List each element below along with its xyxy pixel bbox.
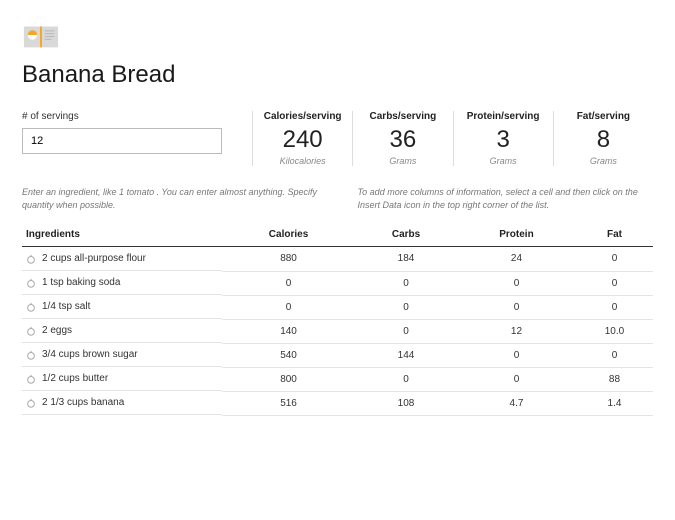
recipe-book-icon [22,20,60,50]
hint-left: Enter an ingredient, like 1 tomato . You… [22,186,318,211]
cell-fat[interactable]: 0 [576,247,653,272]
cell-ingredient[interactable]: 3/4 cups brown sugar [22,343,222,367]
food-item-icon [26,326,36,336]
stat-carbs: Carbs/serving 36 Grams [352,111,452,166]
stat-value: 3 [460,126,547,154]
cell-carbs[interactable]: 184 [355,247,457,272]
stat-label: Calories/serving [259,111,346,122]
hints-row: Enter an ingredient, like 1 tomato . You… [22,186,653,211]
cell-carbs[interactable]: 144 [355,343,457,367]
cell-calories[interactable]: 140 [222,319,355,343]
food-item-icon [26,254,36,264]
cell-protein[interactable]: 0 [457,271,576,295]
stat-fat: Fat/serving 8 Grams [553,111,653,166]
summary-row: # of servings Calories/serving 240 Kiloc… [22,111,653,166]
food-item-icon [26,302,36,312]
cell-ingredient[interactable]: 2 cups all-purpose flour [22,247,222,271]
cell-protein[interactable]: 24 [457,247,576,272]
stat-unit: Kilocalories [259,156,346,166]
table-row[interactable]: 2 eggs 14001210.0 [22,319,653,343]
cell-carbs[interactable]: 0 [355,295,457,319]
food-item-icon [26,278,36,288]
col-ingredients[interactable]: Ingredients [22,223,222,247]
cell-ingredient[interactable]: 1/4 tsp salt [22,295,222,319]
cell-calories[interactable]: 540 [222,343,355,367]
cell-ingredient[interactable]: 1 tsp baking soda [22,271,222,295]
cell-calories[interactable]: 880 [222,247,355,272]
hint-right: To add more columns of information, sele… [358,186,654,211]
stat-calories: Calories/serving 240 Kilocalories [252,111,352,166]
ingredient-text: 1/4 tsp salt [42,301,90,312]
cell-calories[interactable]: 0 [222,295,355,319]
col-calories[interactable]: Calories [222,223,355,247]
stat-unit: Grams [359,156,446,166]
table-row[interactable]: 2 1/3 cups banana 5161084.71.4 [22,391,653,415]
table-header-row: Ingredients Calories Carbs Protein Fat [22,223,653,247]
ingredient-text: 2 eggs [42,325,72,336]
cell-ingredient[interactable]: 1/2 cups butter [22,367,222,391]
servings-label: # of servings [22,111,232,122]
cell-protein[interactable]: 12 [457,319,576,343]
cell-fat[interactable]: 0 [576,271,653,295]
stat-unit: Grams [460,156,547,166]
cell-protein[interactable]: 4.7 [457,391,576,415]
cell-protein[interactable]: 0 [457,367,576,391]
stat-value: 240 [259,126,346,154]
table-row[interactable]: 2 cups all-purpose flour 880184240 [22,247,653,272]
ingredient-text: 1 tsp baking soda [42,277,120,288]
cell-carbs[interactable]: 0 [355,271,457,295]
cell-carbs[interactable]: 108 [355,391,457,415]
stat-unit: Grams [560,156,647,166]
col-protein[interactable]: Protein [457,223,576,247]
food-item-icon [26,350,36,360]
stat-protein: Protein/serving 3 Grams [453,111,553,166]
cell-protein[interactable]: 0 [457,295,576,319]
page-title: Banana Bread [22,61,653,89]
cell-calories[interactable]: 800 [222,367,355,391]
cell-protein[interactable]: 0 [457,343,576,367]
cell-fat[interactable]: 1.4 [576,391,653,415]
ingredient-text: 2 1/3 cups banana [42,397,124,408]
cell-fat[interactable]: 0 [576,295,653,319]
cell-fat[interactable]: 88 [576,367,653,391]
ingredient-text: 2 cups all-purpose flour [42,253,146,264]
ingredient-text: 1/2 cups butter [42,373,108,384]
servings-input[interactable] [22,128,222,154]
table-row[interactable]: 1/4 tsp salt0000 [22,295,653,319]
stat-value: 36 [359,126,446,154]
cell-fat[interactable]: 10.0 [576,319,653,343]
cell-calories[interactable]: 0 [222,271,355,295]
cell-ingredient[interactable]: 2 1/3 cups banana [22,391,222,415]
table-row[interactable]: 1/2 cups butter8000088 [22,367,653,391]
stat-label: Protein/serving [460,111,547,122]
stat-value: 8 [560,126,647,154]
stat-label: Carbs/serving [359,111,446,122]
food-item-icon [26,398,36,408]
cell-carbs[interactable]: 0 [355,367,457,391]
col-fat[interactable]: Fat [576,223,653,247]
stat-label: Fat/serving [560,111,647,122]
cell-fat[interactable]: 0 [576,343,653,367]
col-carbs[interactable]: Carbs [355,223,457,247]
table-row[interactable]: 3/4 cups brown sugar54014400 [22,343,653,367]
food-item-icon [26,374,36,384]
cell-calories[interactable]: 516 [222,391,355,415]
cell-carbs[interactable]: 0 [355,319,457,343]
cell-ingredient[interactable]: 2 eggs [22,319,222,343]
table-row[interactable]: 1 tsp baking soda0000 [22,271,653,295]
ingredients-table[interactable]: Ingredients Calories Carbs Protein Fat 2… [22,223,653,416]
ingredient-text: 3/4 cups brown sugar [42,349,138,360]
